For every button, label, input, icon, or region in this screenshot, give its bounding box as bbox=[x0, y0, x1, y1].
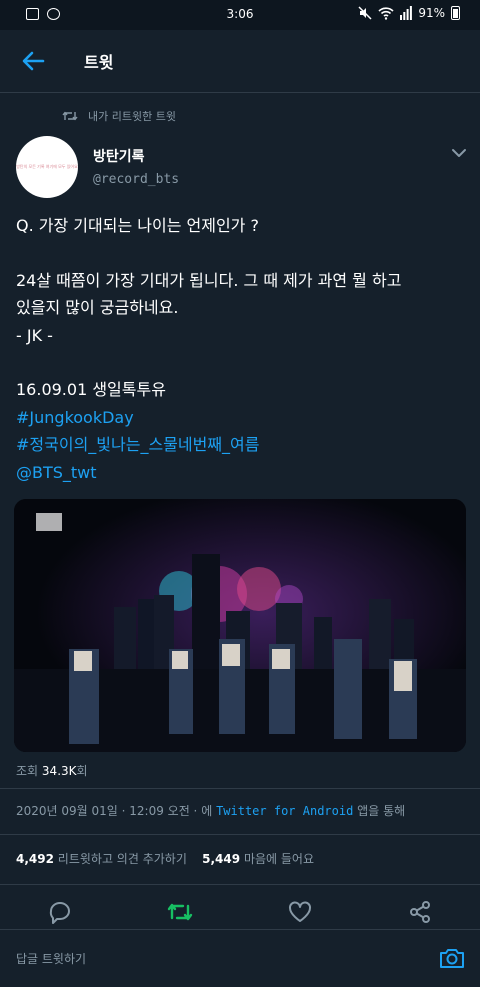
back-arrow-icon[interactable] bbox=[18, 46, 48, 76]
views-number: 34.3K bbox=[41, 764, 77, 778]
tweet-via-suffix: 앱을 통해 bbox=[357, 804, 406, 818]
retweet-action-icon[interactable] bbox=[166, 898, 194, 926]
chevron-down-icon[interactable] bbox=[450, 146, 468, 160]
tweet-line: 16.09.01 생일톡투유 bbox=[16, 380, 166, 400]
avatar-text: 방탄의 모든 기록 여기에 모두 있어요 bbox=[16, 164, 78, 169]
avatar[interactable]: 방탄의 모든 기록 여기에 모두 있어요 bbox=[16, 136, 78, 198]
retweet-context: 내가 리트윗한 트윗 bbox=[62, 108, 176, 124]
heart-icon[interactable] bbox=[286, 898, 314, 926]
views-prefix: 조회 bbox=[16, 764, 39, 778]
tweet-line bbox=[16, 349, 466, 376]
tweet-line: 있을지 많이 궁금하네요. bbox=[16, 298, 179, 318]
tweet-video[interactable] bbox=[14, 499, 466, 752]
signal-icon bbox=[400, 6, 413, 20]
tweet-actions bbox=[0, 898, 480, 928]
retweet-count[interactable]: 4,492 bbox=[16, 852, 54, 866]
retweet-context-label: 내가 리트윗한 트윗 bbox=[88, 110, 176, 123]
like-count-label[interactable]: 마음에 들어요 bbox=[244, 852, 314, 866]
tweet-line bbox=[16, 239, 466, 266]
tweet-date: 2020년 09월 01일 · 12:09 오전 · 에 bbox=[16, 804, 213, 818]
mute-icon bbox=[358, 6, 372, 20]
view-count: 조회 34.3K회 bbox=[16, 762, 88, 779]
tweet-line: Q. 가장 기대되는 나이는 언제인가 ? bbox=[16, 216, 259, 235]
share-icon[interactable] bbox=[406, 898, 434, 926]
reply-composer[interactable]: 답글 트윗하기 bbox=[0, 929, 480, 987]
author-name[interactable]: 방탄기록 bbox=[93, 146, 145, 166]
client-app-link[interactable]: Twitter for Android bbox=[216, 804, 353, 818]
hashtag-link[interactable]: #JungkookDay bbox=[16, 404, 466, 431]
tweet-text: Q. 가장 기대되는 나이는 언제인가 ? 24살 때쯤이 가장 기대가 됩니다… bbox=[16, 212, 466, 486]
divider bbox=[0, 788, 480, 789]
battery-icon bbox=[451, 6, 460, 20]
divider bbox=[0, 884, 480, 885]
tweet-meta: 2020년 09월 01일 · 12:09 오전 · 에 Twitter for… bbox=[16, 802, 405, 819]
camera-icon[interactable] bbox=[438, 944, 466, 972]
retweet-count-label[interactable]: 리트윗하고 의견 추가하기 bbox=[58, 852, 187, 866]
author-handle[interactable]: @record_bts bbox=[93, 172, 179, 187]
page-title: 트윗 bbox=[84, 53, 114, 72]
divider bbox=[0, 834, 480, 835]
mention-link[interactable]: @BTS_twt bbox=[16, 459, 466, 486]
top-bar: 트윗 bbox=[0, 30, 480, 93]
like-count[interactable]: 5,449 bbox=[202, 852, 240, 866]
retweet-icon bbox=[62, 111, 78, 121]
tweet-line: 24살 때쯤이 가장 기대가 됩니다. 그 때 제가 과연 뭘 하고 bbox=[16, 270, 402, 290]
wifi-icon bbox=[378, 7, 394, 20]
tweet-stats: 4,492 리트윗하고 의견 추가하기 5,449 마음에 들어요 bbox=[16, 850, 314, 867]
hashtag-link[interactable]: #정국이의_빛나는_스물네번째_여름 bbox=[16, 431, 466, 458]
status-bar: 3:06 91% bbox=[0, 0, 480, 30]
battery-percent: 91% bbox=[418, 6, 445, 20]
views-suffix: 회 bbox=[76, 764, 88, 778]
reply-icon[interactable] bbox=[46, 898, 74, 926]
mtv-logo-icon bbox=[36, 513, 62, 531]
reply-placeholder[interactable]: 답글 트윗하기 bbox=[16, 950, 86, 967]
tweet-line: - JK - bbox=[16, 325, 53, 345]
